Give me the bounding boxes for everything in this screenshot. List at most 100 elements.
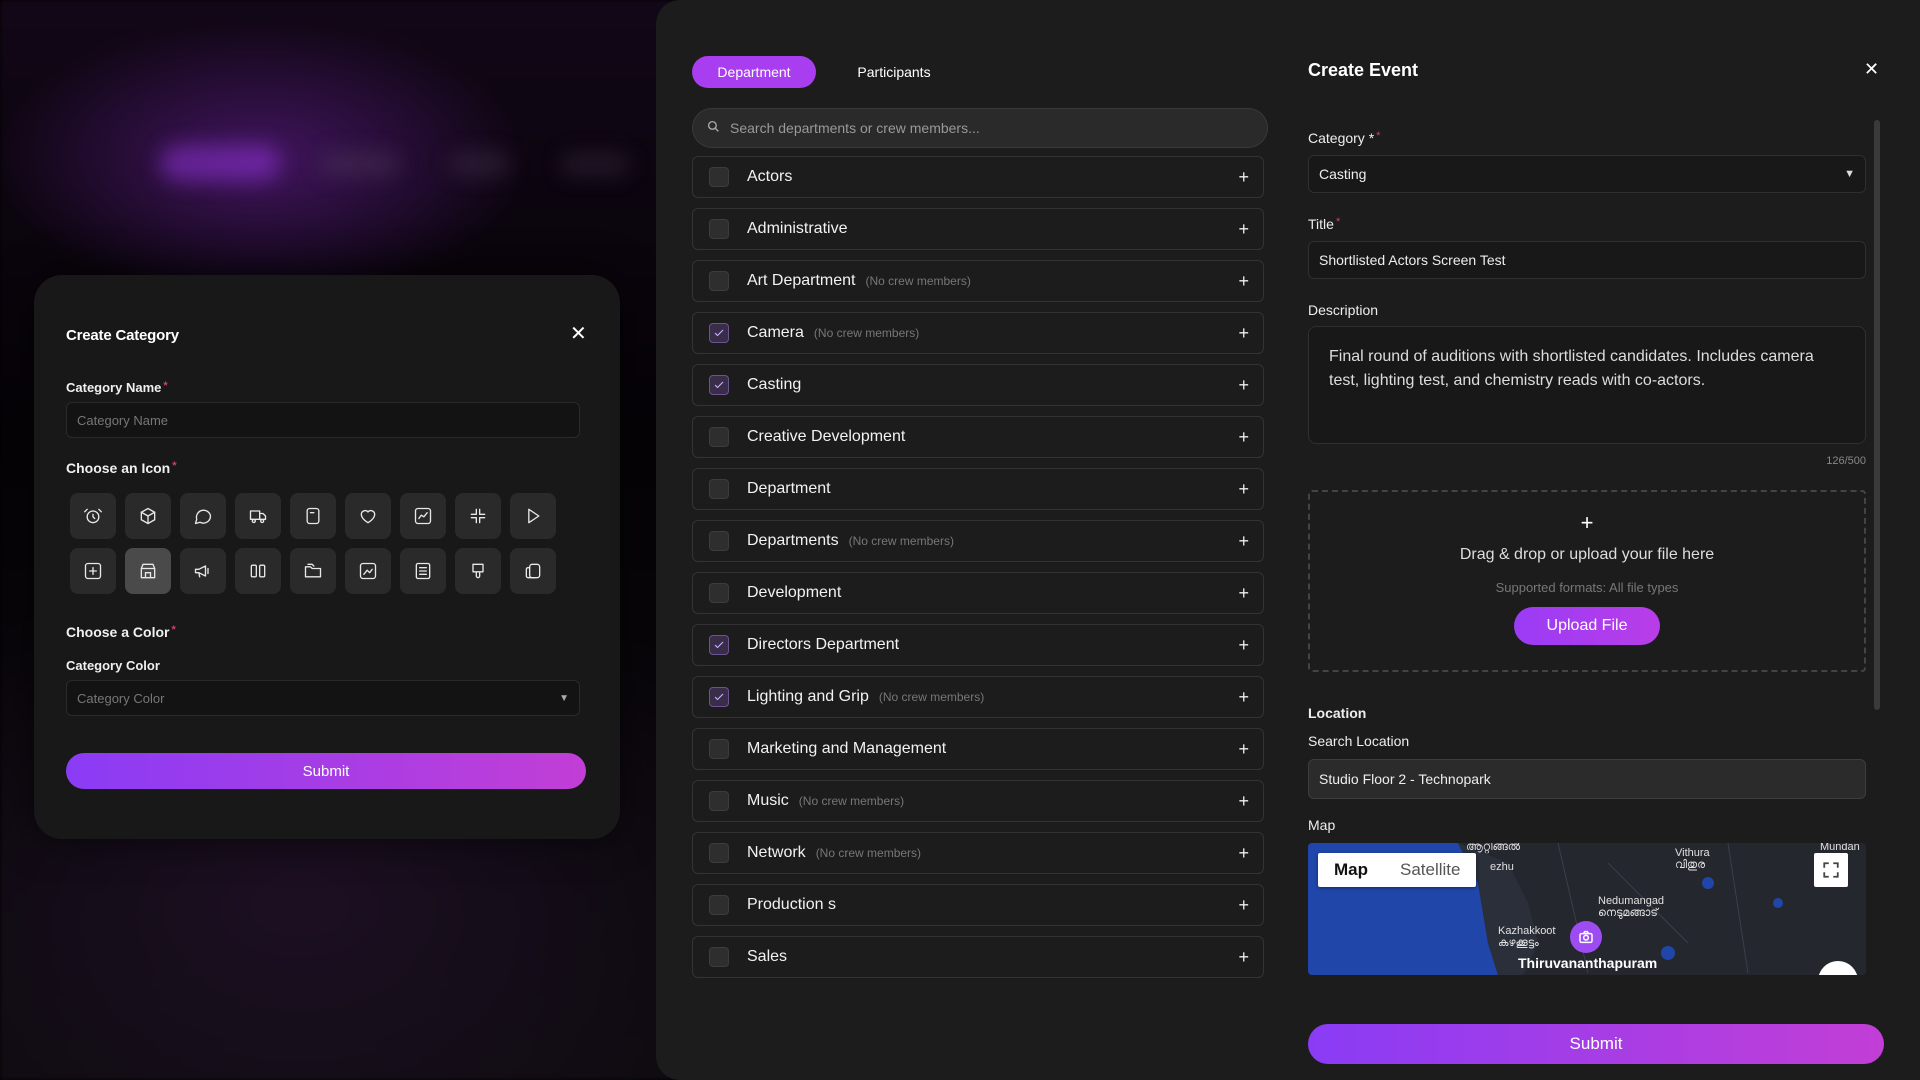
map-marker-icon[interactable] [1570, 921, 1602, 953]
package-icon[interactable] [125, 493, 171, 539]
department-note: (No crew members) [813, 326, 920, 340]
category-select[interactable]: Casting ▼ [1308, 155, 1866, 193]
tab-department[interactable]: Department [692, 56, 816, 88]
category-submit-button[interactable]: Submit [66, 753, 586, 789]
department-row[interactable]: Music (No crew members) + [692, 780, 1264, 822]
department-row[interactable]: Sales + [692, 936, 1264, 978]
checkbox[interactable] [709, 687, 729, 707]
checkbox[interactable] [709, 531, 729, 551]
department-search-input[interactable]: Search departments or crew members... [692, 108, 1268, 148]
map-view[interactable]: Map Satellite Vithura വിതുര Nedumangad ന… [1308, 843, 1866, 975]
checkbox[interactable] [709, 271, 729, 291]
add-icon[interactable]: + [1238, 740, 1249, 758]
department-note: (No crew members) [878, 690, 985, 704]
add-icon[interactable]: + [1238, 792, 1249, 810]
image-chart-icon[interactable] [345, 548, 391, 594]
department-row[interactable]: Art Department (No crew members) + [692, 260, 1264, 302]
add-icon[interactable]: + [1238, 376, 1249, 394]
department-name: Network [747, 844, 806, 861]
category-name-input[interactable]: Category Name [66, 402, 580, 438]
checkbox[interactable] [709, 739, 729, 759]
add-icon[interactable]: + [1238, 844, 1249, 862]
upload-text: Drag & drop or upload your file here [1459, 546, 1715, 563]
add-icon[interactable]: + [1238, 168, 1249, 186]
truck-icon[interactable] [235, 493, 281, 539]
scrollbar[interactable] [1874, 120, 1880, 710]
department-row[interactable]: Lighting and Grip (No crew members) + [692, 676, 1264, 718]
checkbox[interactable] [709, 479, 729, 499]
add-icon[interactable]: + [1238, 220, 1249, 238]
tab-participants[interactable]: Participants [836, 56, 952, 88]
department-row[interactable]: Actors + [692, 156, 1264, 198]
add-icon[interactable]: + [1238, 480, 1249, 498]
alarm-clock-icon[interactable] [70, 493, 116, 539]
checkbox[interactable] [709, 427, 729, 447]
add-icon[interactable]: + [1238, 896, 1249, 914]
checkbox[interactable] [709, 219, 729, 239]
category-color-select[interactable]: Category Color ▼ [66, 680, 580, 716]
department-row[interactable]: Network (No crew members) + [692, 832, 1264, 874]
checkbox[interactable] [709, 895, 729, 915]
department-row[interactable]: Departments (No crew members) + [692, 520, 1264, 562]
plus-square-icon[interactable] [70, 548, 116, 594]
columns-icon[interactable] [235, 548, 281, 594]
category-value: Casting [1319, 166, 1367, 182]
add-icon[interactable]: + [1238, 324, 1249, 342]
checkbox[interactable] [709, 843, 729, 863]
checkbox[interactable] [709, 167, 729, 187]
message-circle-icon[interactable] [180, 493, 226, 539]
tablet-icon[interactable] [290, 493, 336, 539]
copy-icon[interactable] [510, 548, 556, 594]
upload-file-button[interactable]: Upload File [1514, 607, 1660, 645]
event-title: Create Event [1308, 60, 1419, 80]
shrink-icon[interactable] [455, 493, 501, 539]
folders-icon[interactable] [290, 548, 336, 594]
add-icon[interactable]: + [1238, 584, 1249, 602]
checkbox[interactable] [709, 947, 729, 967]
department-row[interactable]: Department + [692, 468, 1264, 510]
fullscreen-icon[interactable] [1814, 853, 1848, 887]
heart-icon[interactable] [345, 493, 391, 539]
chevron-down-icon: ▼ [559, 692, 569, 704]
map-tab-map[interactable]: Map [1318, 853, 1384, 887]
department-row[interactable]: Production s + [692, 884, 1264, 926]
title-input[interactable]: Shortlisted Actors Screen Test [1308, 241, 1866, 279]
add-icon[interactable]: + [1238, 428, 1249, 446]
search-location-input[interactable]: Studio Floor 2 - Technopark [1308, 759, 1866, 799]
department-row[interactable]: Creative Development + [692, 416, 1264, 458]
event-submit-button[interactable]: Submit [1308, 1024, 1884, 1064]
blurred-pill [450, 152, 510, 176]
store-icon[interactable] [125, 548, 171, 594]
department-row[interactable]: Camera (No crew members) + [692, 312, 1264, 354]
play-icon[interactable] [510, 493, 556, 539]
close-icon[interactable]: ✕ [570, 324, 587, 344]
search-icon [707, 120, 720, 136]
checkbox[interactable] [709, 323, 729, 343]
checkbox[interactable] [709, 583, 729, 603]
checkbox[interactable] [709, 375, 729, 395]
department-name: Department [747, 480, 831, 497]
department-row[interactable]: Marketing and Management + [692, 728, 1264, 770]
add-icon[interactable]: + [1238, 948, 1249, 966]
checkbox[interactable] [709, 635, 729, 655]
department-note: (No crew members) [865, 274, 971, 288]
add-icon[interactable]: + [1238, 272, 1249, 290]
department-row[interactable]: Development + [692, 572, 1264, 614]
list-icon[interactable] [400, 548, 446, 594]
department-row[interactable]: Casting + [692, 364, 1264, 406]
location-heading: Location [1308, 705, 1367, 721]
department-row[interactable]: Administrative + [692, 208, 1264, 250]
choose-color-label: Choose a Color * [66, 624, 176, 640]
map-tab-satellite[interactable]: Satellite [1384, 853, 1476, 887]
close-icon[interactable]: ✕ [1864, 60, 1879, 78]
description-textarea[interactable]: Final round of auditions with shortliste… [1308, 326, 1866, 444]
map-place-label: ezhu [1490, 861, 1514, 873]
megaphone-icon[interactable] [180, 548, 226, 594]
add-icon[interactable]: + [1238, 532, 1249, 550]
department-row[interactable]: Directors Department + [692, 624, 1264, 666]
thumbs-down-icon[interactable] [455, 548, 501, 594]
chart-icon[interactable] [400, 493, 446, 539]
checkbox[interactable] [709, 791, 729, 811]
add-icon[interactable]: + [1238, 636, 1249, 654]
add-icon[interactable]: + [1238, 688, 1249, 706]
